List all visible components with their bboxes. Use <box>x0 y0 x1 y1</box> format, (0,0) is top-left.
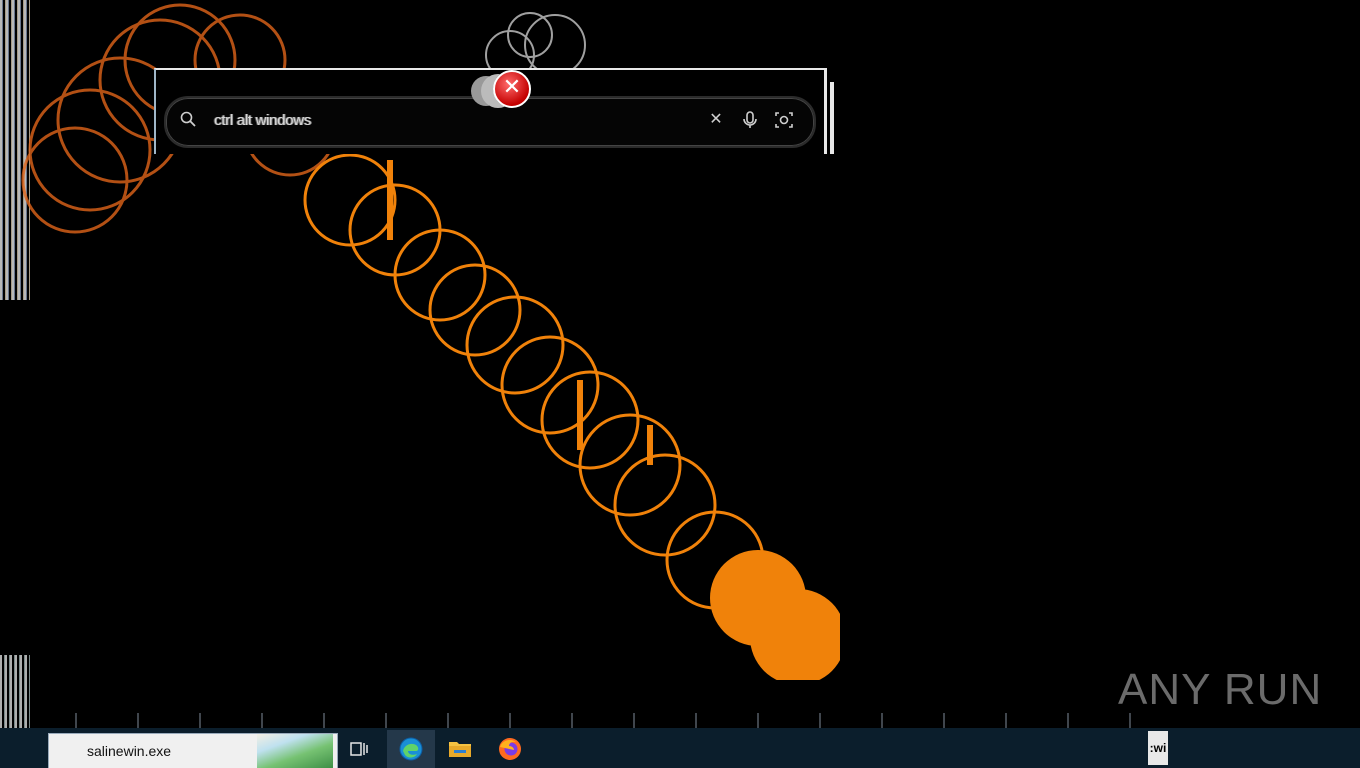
firefox-icon <box>499 738 521 760</box>
search-window: ctrl alt windows ✕ <box>154 68 834 154</box>
edge-icon <box>399 737 423 761</box>
lens-icon[interactable] <box>774 110 794 130</box>
taskbar-search-box[interactable]: salinewin.exe <box>48 733 338 768</box>
task-view-button[interactable] <box>336 730 384 768</box>
search-icon <box>180 111 196 127</box>
search-highlight-image <box>257 734 333 768</box>
microphone-icon[interactable] <box>740 110 760 130</box>
close-icon[interactable]: ✕ <box>706 110 726 130</box>
error-icon[interactable]: ✕ <box>493 70 531 108</box>
desktop: ctrl alt windows ✕ ✕ ANY RUN salinewin.e… <box>0 0 1360 768</box>
watermark-text: ANY RUN <box>1118 665 1323 714</box>
search-input[interactable]: ctrl alt windows <box>214 112 311 129</box>
taskbar-clipped-label: :wi <box>1148 731 1168 765</box>
edge-taskbar-button[interactable] <box>387 730 435 768</box>
file-explorer-button[interactable] <box>436 730 484 768</box>
anyrun-watermark: ANY RUN <box>1118 660 1322 720</box>
firefox-button[interactable] <box>486 730 534 768</box>
glitch-noise-strip <box>30 713 1190 728</box>
task-view-icon <box>350 742 368 756</box>
taskbar-search-text[interactable]: salinewin.exe <box>87 743 171 759</box>
folder-icon <box>449 742 471 757</box>
search-box[interactable]: ctrl alt windows ✕ <box>164 96 816 148</box>
